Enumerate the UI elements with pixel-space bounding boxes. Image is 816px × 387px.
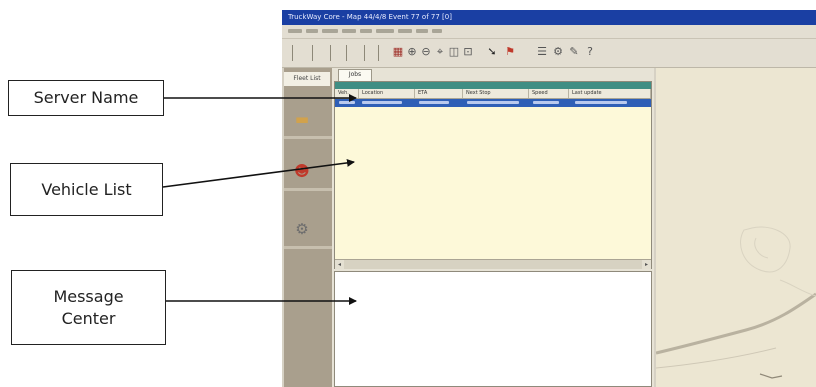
callout-arrows [162, 94, 357, 305]
arrow-vehicle-list [162, 158, 355, 188]
